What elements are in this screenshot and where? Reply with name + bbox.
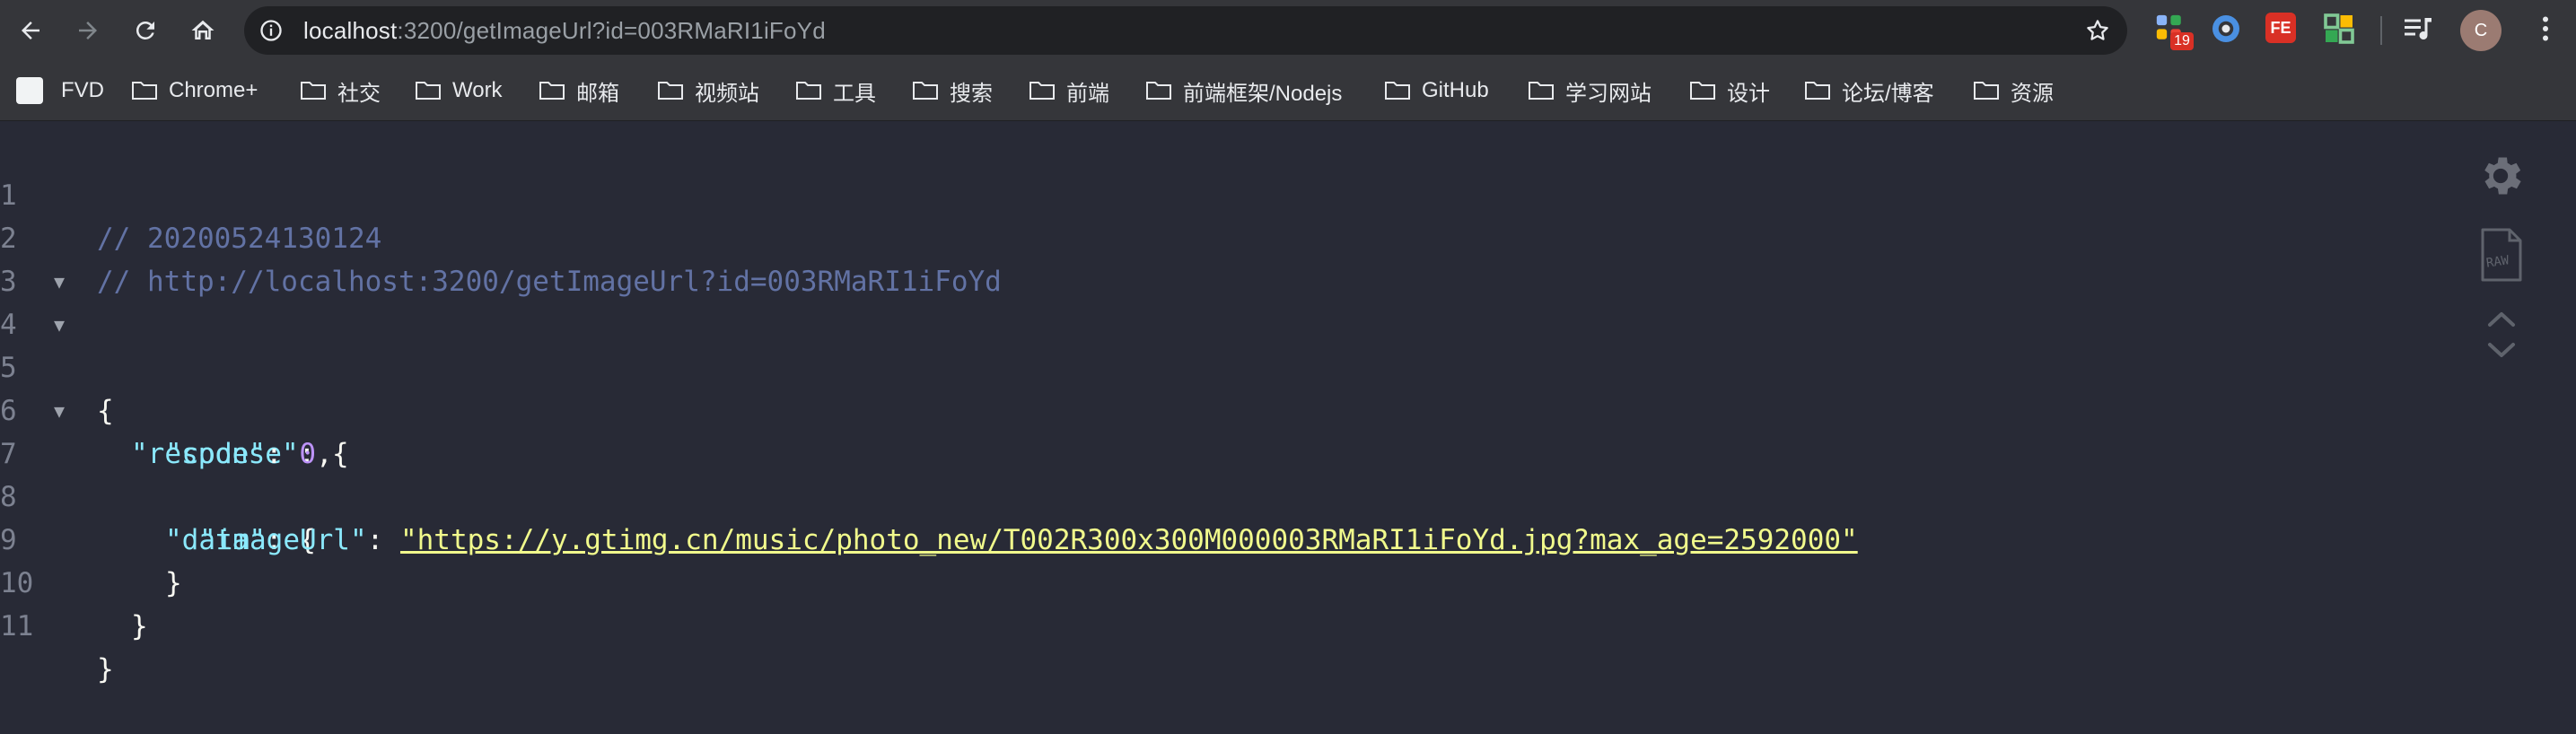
bookmark-label: 社交 <box>337 81 381 106</box>
url-path: :3200/getImageUrl?id=003RMaRI1iFoYd <box>397 17 826 44</box>
address-bar[interactable]: localhost:3200/getImageUrl?id=003RMaRI1i… <box>244 6 2127 55</box>
code-line: 11 } <box>0 562 2423 686</box>
code-line: 9 } <box>0 476 2423 599</box>
url-host: localhost <box>303 17 398 44</box>
json-brace: } <box>97 653 114 686</box>
bookmark-fvd[interactable]: FVD <box>16 61 104 120</box>
code-line: 3 <box>0 217 2423 298</box>
back-button[interactable] <box>11 11 50 50</box>
code-line: 4 ▼ { <box>0 260 2423 427</box>
fe-extension-icon: FE <box>2265 13 2296 43</box>
menu-button[interactable] <box>2529 13 2565 48</box>
apps-extension-button[interactable]: 19 <box>2154 13 2194 50</box>
json-brace: } <box>131 610 148 642</box>
circle-extension-icon <box>2212 15 2239 42</box>
browser-toolbar: localhost:3200/getImageUrl?id=003RMaRI1i… <box>0 0 2576 61</box>
folder-icon <box>913 82 938 100</box>
page-icon <box>16 77 43 104</box>
folder-icon <box>1805 82 1830 100</box>
bookmark-folder-github[interactable]: GitHub <box>1384 61 1489 120</box>
code-line: 7 ▼ "data": { <box>0 389 2423 556</box>
bookmark-folder-forums[interactable]: 论坛/博客 <box>1804 61 1934 120</box>
bookmark-label: 邮箱 <box>576 81 619 106</box>
bookmark-label: 资源 <box>2011 81 2054 106</box>
bookmark-folder-social[interactable]: 社交 <box>300 61 381 120</box>
collapse-toggle-icon[interactable]: ▼ <box>54 260 65 303</box>
bookmark-label: Work <box>452 78 503 102</box>
profile-avatar[interactable]: C <box>2460 10 2502 51</box>
bookmark-folder-tools[interactable]: 工具 <box>795 61 876 120</box>
bookmark-folder-video[interactable]: 视频站 <box>657 61 759 120</box>
forward-button[interactable] <box>68 11 108 50</box>
settings-gear-icon[interactable] <box>2475 151 2526 201</box>
bookmark-label: Chrome+ <box>169 78 258 102</box>
code-line: 5 ▼ "response": { <box>0 303 2423 470</box>
bookmark-label: GitHub <box>1422 78 1489 102</box>
folder-icon <box>1385 82 1410 100</box>
code-line: 10 } <box>0 519 2423 642</box>
bookmark-folder-mail[interactable]: 邮箱 <box>539 61 619 120</box>
folder-icon <box>416 82 441 100</box>
bookmark-star-icon[interactable] <box>2084 17 2111 44</box>
bookmark-label: 前端 <box>1066 81 1109 106</box>
line-number: 11 <box>0 610 34 642</box>
bookmarks-bar: FVD Chrome+ 社交 Work 邮箱 视频站 工具 搜索 前端 前端框架… <box>0 61 2576 121</box>
folder-icon <box>539 82 565 100</box>
grid-extension-icon <box>2324 13 2354 44</box>
raw-view-button[interactable]: RAW <box>2479 228 2524 284</box>
bookmark-folder-frameworks[interactable]: 前端框架/Nodejs <box>1145 61 1342 120</box>
arrow-right-icon <box>79 22 97 39</box>
folder-icon <box>1974 82 1999 100</box>
bookmark-label: 前端框架/Nodejs <box>1183 81 1343 106</box>
bookmark-label: 工具 <box>833 81 876 106</box>
bookmark-folder-work[interactable]: Work <box>415 61 503 120</box>
bookmark-folder-resources[interactable]: 资源 <box>1973 61 2054 120</box>
reload-button[interactable] <box>126 11 165 50</box>
reload-icon <box>136 21 154 39</box>
folder-icon <box>132 82 157 100</box>
folder-icon <box>1030 82 1055 100</box>
bookmark-folder-design[interactable]: 设计 <box>1689 61 1770 120</box>
bookmark-label: 学习网站 <box>1565 81 1652 106</box>
folder-icon <box>658 82 683 100</box>
playlist-icon <box>2405 18 2431 40</box>
folder-icon <box>1146 82 1171 100</box>
bookmark-label: 搜索 <box>950 81 993 106</box>
bookmark-folder-search[interactable]: 搜索 <box>912 61 993 120</box>
folder-icon <box>796 82 821 100</box>
folder-icon <box>1690 82 1715 100</box>
code-line: 8 "imageUrl": "https://y.gtimg.cn/music/… <box>0 433 2423 556</box>
extension-badge: 19 <box>2170 32 2194 50</box>
toolbar-divider <box>2380 16 2382 45</box>
url-text[interactable]: localhost:3200/getImageUrl?id=003RMaRI1i… <box>303 6 826 55</box>
bookmark-label: 论坛/博客 <box>1842 81 1934 106</box>
code-line: 6 "code": 0, <box>0 346 2423 470</box>
chevron-up-icon[interactable] <box>2486 309 2517 330</box>
chevron-down-icon[interactable] <box>2486 339 2517 361</box>
collapse-toggle-icon[interactable]: ▼ <box>54 303 65 346</box>
info-icon[interactable] <box>258 18 284 43</box>
bookmark-folder-learning[interactable]: 学习网站 <box>1528 61 1652 120</box>
grid-extension-button[interactable] <box>2323 13 2359 48</box>
folder-icon <box>1529 82 1554 100</box>
code-line: 2 // http://localhost:3200/getImageUrl?i… <box>0 174 2423 298</box>
bookmark-label: FVD <box>61 78 104 102</box>
more-vert-icon <box>2543 16 2548 41</box>
circle-extension-button[interactable] <box>2210 13 2246 48</box>
bookmark-label: 视频站 <box>695 81 759 106</box>
collapse-toggle-icon[interactable]: ▼ <box>54 389 65 433</box>
home-icon <box>191 20 215 39</box>
fe-extension-button[interactable]: FE <box>2265 13 2301 48</box>
bookmark-label: 设计 <box>1727 81 1770 106</box>
bookmark-folder-frontend[interactable]: 前端 <box>1029 61 1109 120</box>
arrow-left-icon <box>22 22 39 39</box>
folder-icon <box>301 82 326 100</box>
home-button[interactable] <box>183 11 223 50</box>
media-control-button[interactable] <box>2402 13 2438 48</box>
bookmark-folder-chrome[interactable]: Chrome+ <box>131 61 258 120</box>
code-line: 1 // 20200524130124 <box>0 131 2423 255</box>
